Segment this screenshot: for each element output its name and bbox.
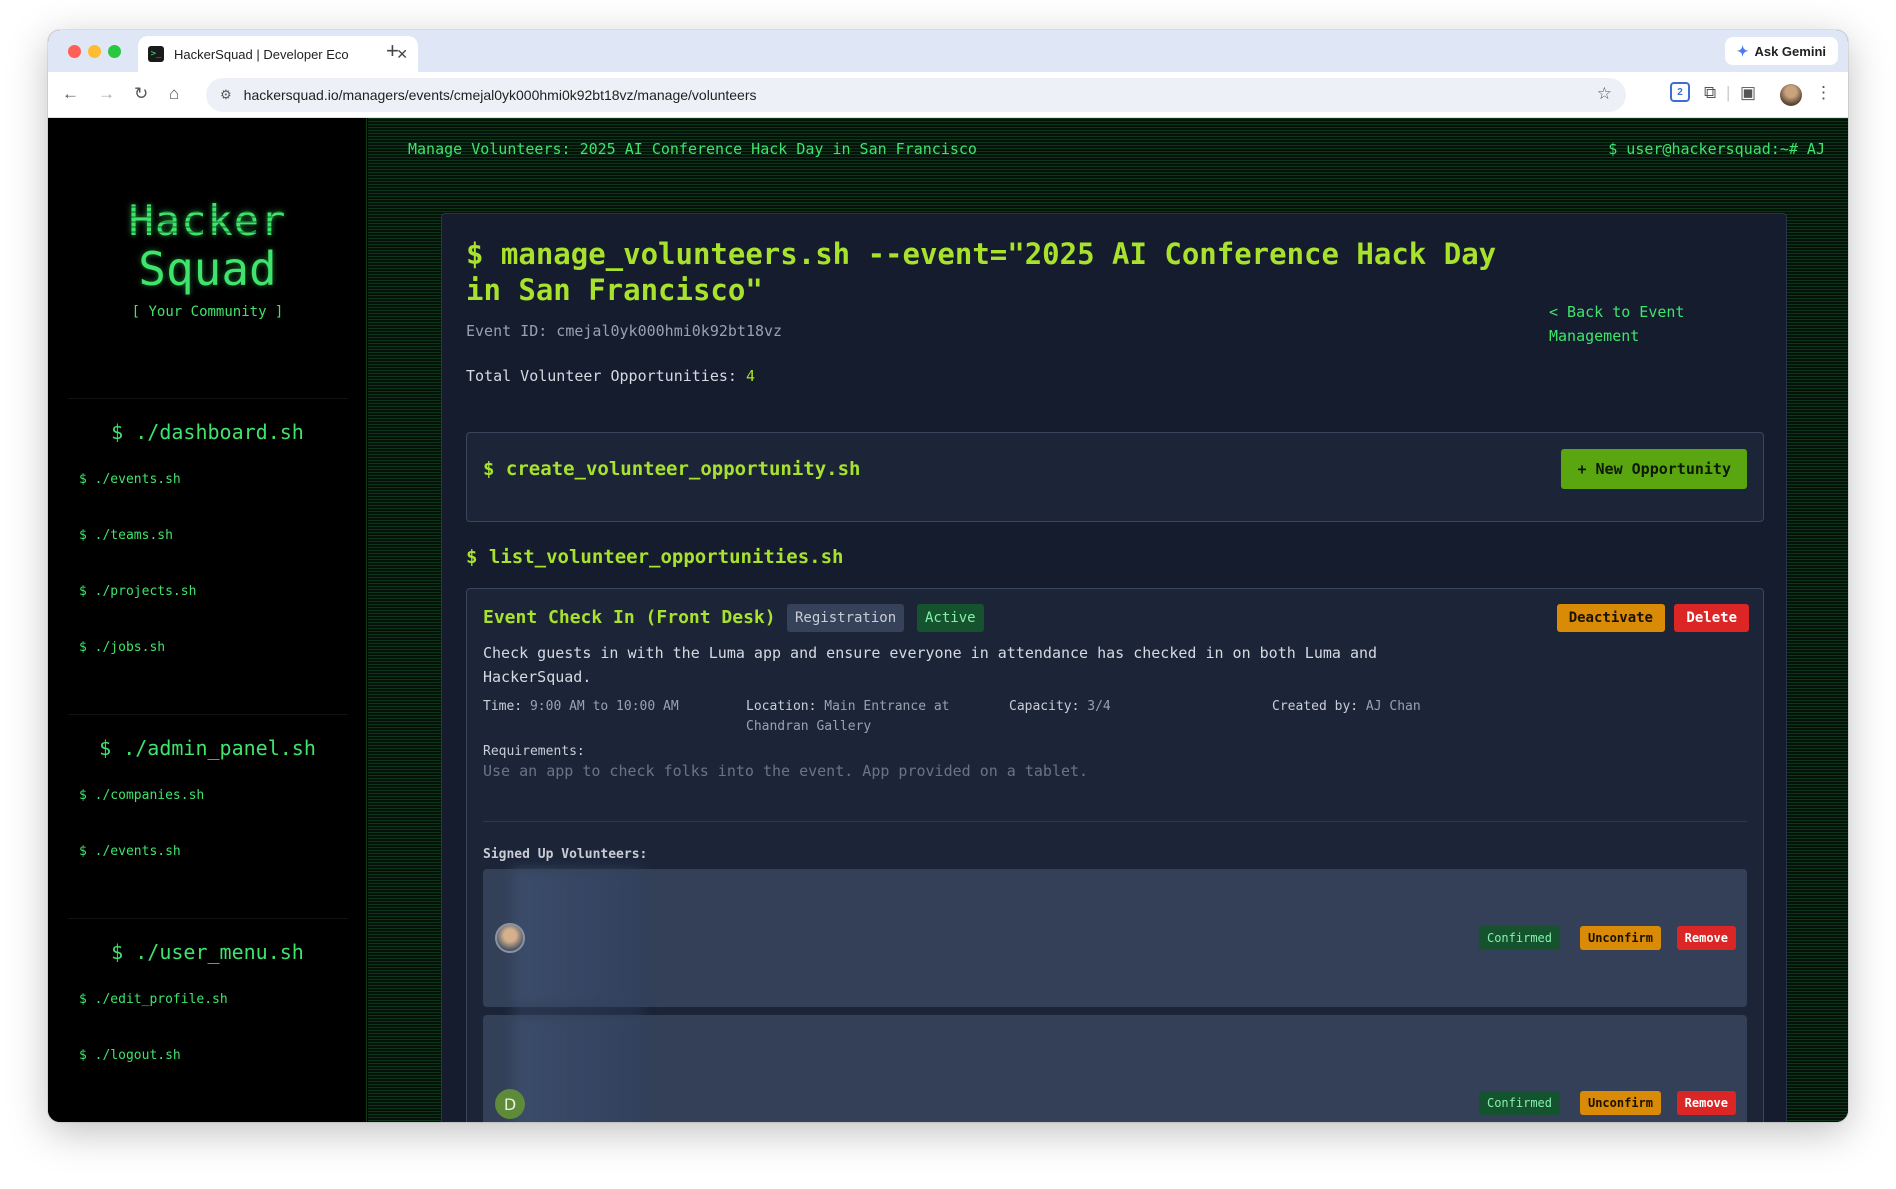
home-icon[interactable]: ⌂ [169, 84, 179, 104]
opportunity-location: Location: Main Entrance at Chandran Gall… [746, 697, 976, 737]
create-opportunity-section: $ create_volunteer_opportunity.sh + New … [466, 432, 1764, 522]
back-arrow-icon[interactable]: ← [62, 84, 79, 104]
created-by-value: AJ Chan [1365, 699, 1421, 714]
volunteers-panel: $ manage_volunteers.sh --event="2025 AI … [441, 213, 1787, 1122]
logo-squad: Squad [138, 242, 277, 296]
reload-icon[interactable]: ↻ [134, 84, 148, 104]
user-prompt[interactable]: $ user@hackersquad:~# AJ [1608, 140, 1825, 158]
opportunity-description: Check guests in with the Luma app and en… [483, 644, 1378, 686]
site-settings-icon[interactable]: ⚙ [220, 87, 232, 103]
created-by-label: Created by: [1272, 699, 1359, 714]
volunteer-row: Confirmed Unconfirm Remove [483, 869, 1747, 1007]
sidebar-divider [68, 714, 348, 715]
opportunity-time: Time: 9:00 AM to 10:00 AM [483, 697, 693, 717]
confirmed-badge: Confirmed [1478, 1091, 1560, 1115]
browser-toolbar: ← → ↻ ⌂ ⚙ hackersquad.io/managers/events… [48, 72, 1848, 118]
signed-up-volunteers-label: Signed Up Volunteers: [483, 847, 648, 862]
remove-button[interactable]: Remove [1676, 1091, 1736, 1115]
bookmark-star-icon[interactable]: ☆ [1597, 84, 1612, 104]
new-opportunity-button[interactable]: + New Opportunity [1561, 449, 1747, 489]
menu-kebab-icon[interactable]: ⋮ [1815, 83, 1832, 103]
back-to-event-management-link[interactable]: < Back to Event Management [1549, 300, 1739, 348]
sidebar-item-jobs[interactable]: $ ./jobs.sh [79, 640, 165, 655]
opportunity-created-by: Created by: AJ Chan [1272, 697, 1502, 717]
opportunity-capacity: Capacity: 3/4 [1009, 697, 1239, 717]
requirements-label: Requirements: [483, 744, 585, 759]
terminal-favicon-icon: >_ [148, 46, 164, 62]
remove-button[interactable]: Remove [1676, 926, 1736, 950]
page-title: $ manage_volunteers.sh --event="2025 AI … [466, 237, 1497, 307]
extension-badge-icon[interactable]: 2 [1670, 82, 1690, 102]
gemini-spark-icon: ✦ [1736, 42, 1749, 59]
sidebar-header-dashboard[interactable]: $ ./dashboard.sh [48, 420, 367, 444]
sidebar-header-admin-panel[interactable]: $ ./admin_panel.sh [48, 736, 367, 760]
sidebar-item-events[interactable]: $ ./events.sh [79, 472, 181, 487]
confirmed-badge: Confirmed [1478, 926, 1560, 950]
sidebar-item-edit-profile[interactable]: $ ./edit_profile.sh [79, 992, 228, 1007]
location-label: Location: [746, 699, 817, 714]
unconfirm-button[interactable]: Unconfirm [1579, 926, 1661, 950]
ask-gemini-label: Ask Gemini [1754, 43, 1826, 59]
total-opportunities-label: Total Volunteer Opportunities: [466, 367, 737, 385]
page-heading-breadcrumb: Manage Volunteers: 2025 AI Conference Ha… [408, 140, 977, 158]
sidebar-item-logout[interactable]: $ ./logout.sh [79, 1048, 181, 1063]
status-badge: Active [917, 604, 984, 632]
logo-hacker: Hacker [48, 198, 367, 244]
browser-window: >_ HackerSquad | Developer Eco ✕ + ✦ Ask… [48, 30, 1848, 1122]
volunteer-avatar: D [495, 1089, 525, 1119]
redacted-volunteer-info [513, 1015, 643, 1122]
sidebar-item-companies[interactable]: $ ./companies.sh [79, 788, 204, 803]
tab-title: HackerSquad | Developer Eco [174, 46, 349, 62]
requirements-text: Use an app to check folks into the event… [483, 762, 1089, 780]
url-text: hackersquad.io/managers/events/cmejal0yk… [243, 87, 757, 103]
time-value: 9:00 AM to 10:00 AM [529, 699, 679, 714]
extensions-puzzle-icon[interactable]: ⧉ [1704, 83, 1716, 103]
sidebar-item-admin-events[interactable]: $ ./events.sh [79, 844, 181, 859]
minimize-window-button[interactable] [88, 45, 101, 58]
sidebar-item-teams[interactable]: $ ./teams.sh [79, 528, 173, 543]
category-badge: Registration [787, 604, 905, 632]
sidebar-item-projects[interactable]: $ ./projects.sh [79, 584, 196, 599]
browser-tab[interactable]: >_ HackerSquad | Developer Eco ✕ [138, 36, 418, 72]
volunteer-avatar [495, 923, 525, 953]
forward-arrow-icon[interactable]: → [98, 84, 115, 104]
volunteer-row: D Confirmed Unconfirm Remove [483, 1015, 1747, 1122]
sidebar-header-user-menu[interactable]: $ ./user_menu.sh [48, 940, 367, 964]
site-logo[interactable]: Hacker Squad [ Your Community ] [48, 198, 367, 321]
time-label: Time: [483, 699, 523, 714]
unconfirm-button[interactable]: Unconfirm [1579, 1091, 1661, 1115]
sidebar-divider [68, 398, 348, 399]
address-bar[interactable]: ⚙ hackersquad.io/managers/events/cmejal0… [206, 78, 1626, 112]
opportunity-title: Event Check In (Front Desk) [483, 607, 776, 628]
deactivate-button[interactable]: Deactivate [1556, 604, 1665, 632]
ask-gemini-button[interactable]: ✦ Ask Gemini [1724, 37, 1838, 65]
event-id: Event ID: cmejal0yk000hmi0k92bt18vz [466, 322, 783, 340]
total-opportunities-count: 4 [745, 367, 755, 385]
toolbar-divider: | [1726, 83, 1731, 102]
total-opportunities: Total Volunteer Opportunities: 4 [466, 367, 755, 385]
capacity-value: 3/4 [1087, 699, 1111, 714]
tab-bar: >_ HackerSquad | Developer Eco ✕ + ✦ Ask… [48, 30, 1848, 72]
sidebar-divider [68, 918, 348, 919]
main-content: Manage Volunteers: 2025 AI Conference Ha… [368, 118, 1848, 1122]
card-divider [483, 821, 1747, 822]
page: Hacker Squad [ Your Community ] $ ./dash… [48, 118, 1848, 1122]
redacted-volunteer-info [513, 869, 643, 1007]
tab-search-icon[interactable]: ▣ [1740, 83, 1756, 103]
profile-avatar[interactable] [1780, 84, 1802, 106]
delete-button[interactable]: Delete [1674, 604, 1749, 632]
sidebar: Hacker Squad [ Your Community ] $ ./dash… [48, 118, 367, 1122]
logo-tagline: [ Your Community ] [131, 304, 284, 320]
new-tab-button[interactable]: + [386, 38, 399, 64]
capacity-label: Capacity: [1009, 699, 1080, 714]
maximize-window-button[interactable] [108, 45, 121, 58]
close-window-button[interactable] [68, 45, 81, 58]
opportunity-card: Event Check In (Front Desk) Registration… [466, 588, 1764, 1122]
list-opportunities-heading: $ list_volunteer_opportunities.sh [466, 546, 844, 568]
create-opportunity-heading: $ create_volunteer_opportunity.sh [483, 458, 861, 480]
